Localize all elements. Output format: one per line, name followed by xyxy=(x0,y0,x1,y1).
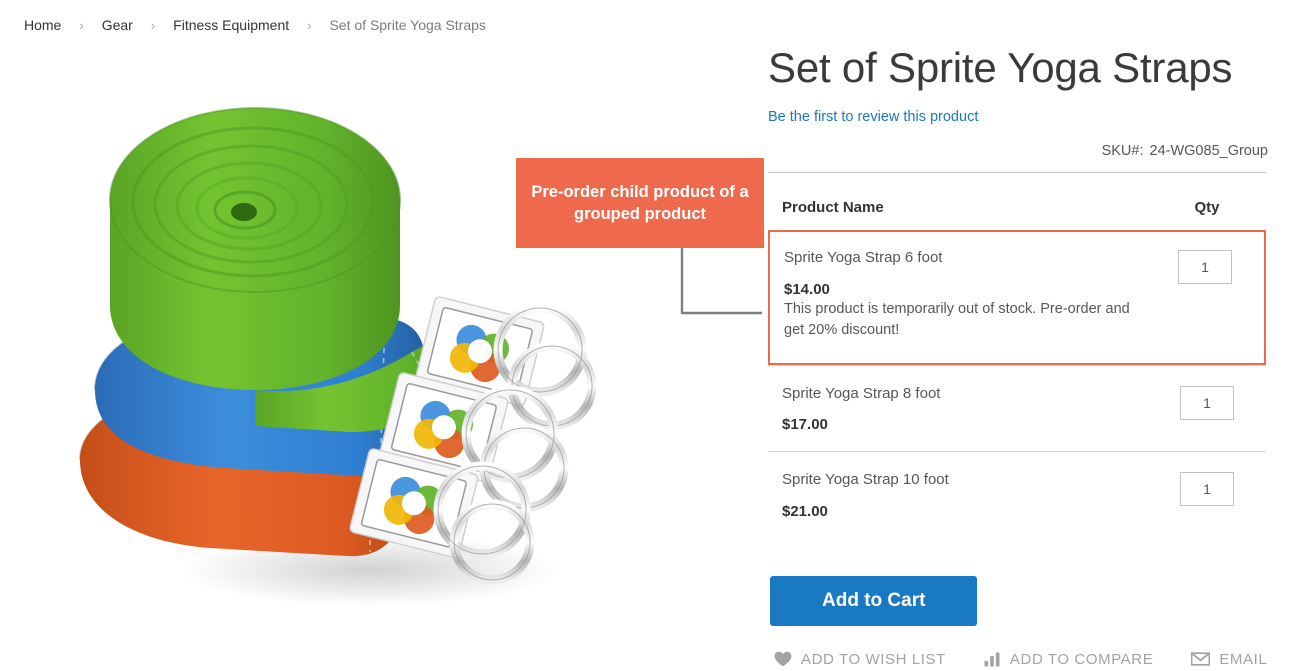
action-label: ADD TO COMPARE xyxy=(1009,650,1154,668)
product-price: $21.00 xyxy=(782,502,828,520)
product-price: $14.00 xyxy=(784,280,830,298)
product-name: Sprite Yoga Strap 10 foot xyxy=(782,471,949,489)
bar-chart-icon xyxy=(984,652,1001,667)
add-to-cart-button[interactable]: Add to Cart xyxy=(770,575,978,626)
product-price: $17.00 xyxy=(782,416,828,434)
product-name: Sprite Yoga Strap 6 foot xyxy=(784,249,943,267)
product-info: Set of Sprite Yoga Straps Be the first t… xyxy=(768,44,1268,668)
column-header-product-name: Product Name xyxy=(782,199,884,217)
add-to-wishlist-link[interactable]: ADD TO WISH LIST xyxy=(774,651,946,668)
email-link[interactable]: EMAIL xyxy=(1191,651,1267,668)
breadcrumb-separator-icon: › xyxy=(79,17,84,33)
qty-input[interactable] xyxy=(1180,472,1234,507)
product-image[interactable] xyxy=(40,60,740,650)
add-to-compare-link[interactable]: ADD TO COMPARE xyxy=(984,651,1153,668)
sku-value: 24-WG085_Group xyxy=(1149,143,1268,160)
grouped-product-table: Product Name Qty Sprite Yoga Strap 6 foo… xyxy=(768,173,1266,538)
product-page: Home › Gear › Fitness Equipment › Set of… xyxy=(0,0,1299,671)
page-title: Set of Sprite Yoga Straps xyxy=(768,44,1233,91)
heart-icon xyxy=(774,651,792,667)
column-header-qty: Qty xyxy=(1194,199,1220,217)
breadcrumb-item-home[interactable]: Home xyxy=(24,17,61,33)
product-actions: ADD TO WISH LIST ADD TO COMPARE EMAIL xyxy=(770,651,1268,668)
annotation-text: Pre-order child product of a grouped pro… xyxy=(531,182,749,223)
table-header: Product Name Qty xyxy=(768,173,1266,230)
envelope-icon xyxy=(1191,652,1211,666)
annotation-callout: Pre-order child product of a grouped pro… xyxy=(516,158,764,248)
breadcrumb-item-fitness-equipment[interactable]: Fitness Equipment xyxy=(173,17,289,33)
preorder-note: This product is temporarily out of stock… xyxy=(784,300,1130,338)
sku-label: SKU#: xyxy=(1101,143,1144,160)
qty-input[interactable] xyxy=(1180,385,1234,420)
breadcrumb: Home › Gear › Fitness Equipment › Set of… xyxy=(24,17,486,33)
table-row: Sprite Yoga Strap 10 foot $21.00 xyxy=(768,451,1266,538)
table-row: Sprite Yoga Strap 8 foot $17.00 xyxy=(768,364,1266,452)
product-name: Sprite Yoga Strap 8 foot xyxy=(782,384,941,402)
table-row: Sprite Yoga Strap 6 foot $14.00 This pro… xyxy=(768,230,1266,365)
breadcrumb-item-current: Set of Sprite Yoga Straps xyxy=(329,17,486,33)
breadcrumb-separator-icon: › xyxy=(150,17,156,33)
review-link[interactable]: Be the first to review this product xyxy=(768,109,978,125)
breadcrumb-item-gear[interactable]: Gear xyxy=(102,17,133,33)
cart-area: Add to Cart ADD TO WISH LIST ADD TO COMP… xyxy=(768,575,1268,668)
qty-input[interactable] xyxy=(1178,250,1232,285)
action-label: EMAIL xyxy=(1219,650,1268,668)
breadcrumb-separator-icon: › xyxy=(307,17,312,33)
action-label: ADD TO WISH LIST xyxy=(801,650,946,668)
sku-row: SKU#: 24-WG085_Group xyxy=(768,143,1268,159)
